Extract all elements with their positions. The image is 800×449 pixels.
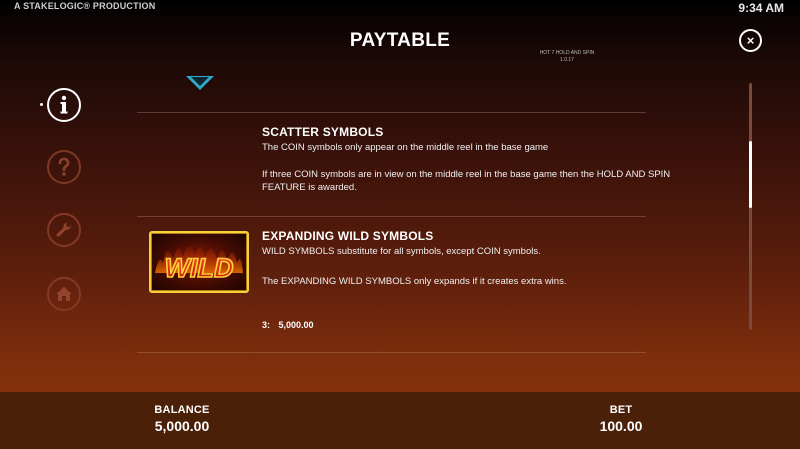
version-number: 1.0.17 (560, 57, 574, 63)
page-title: PAYTABLE (349, 30, 451, 51)
bottom-bar: BALANCE 5,000.00 BET 100.00 (0, 392, 800, 449)
wild-symbol-text: WILD (165, 253, 234, 283)
help-icon (58, 157, 70, 176)
active-indicator-dot (40, 103, 43, 106)
wild-description-1: WILD SYMBOLS substitute for all symbols,… (262, 246, 541, 257)
wild-payout-row: 3: 5,000.00 (262, 320, 314, 330)
version-info: HOT 7 HOLD AND SPIN 1.0.17 (527, 50, 607, 64)
wild-section-title: EXPANDING WILD SYMBOLS (262, 229, 434, 243)
sidebar-item-help[interactable] (47, 150, 81, 184)
balance-value: 5,000.00 (154, 418, 210, 434)
sidebar-item-home[interactable] (47, 277, 81, 311)
sidebar-item-settings[interactable] (47, 213, 81, 247)
bet-display: BET 100.00 (581, 404, 661, 434)
wild-symbol-image: WILD (149, 231, 249, 293)
scroll-up-arrow-icon[interactable] (186, 76, 214, 90)
sidebar-item-info[interactable] (47, 88, 81, 122)
top-status-strip: A STAKELOGIC® PRODUCTION 9:34 AM (0, 0, 800, 20)
section-divider (137, 112, 646, 113)
bet-value: 100.00 (599, 418, 643, 434)
payout-value: 5,000.00 (278, 320, 314, 330)
section-divider (137, 352, 646, 353)
balance-label: BALANCE (154, 404, 210, 416)
wrench-icon (56, 222, 71, 237)
payout-count: 3: (262, 320, 271, 330)
scatter-section-title: SCATTER SYMBOLS (262, 125, 384, 139)
scatter-description-2: If three COIN symbols are in view on the… (262, 169, 671, 193)
balance-display: BALANCE 5,000.00 (140, 404, 224, 434)
bet-label: BET (609, 404, 633, 416)
section-divider (137, 216, 646, 217)
clock: 9:34 AM (738, 1, 784, 15)
brand-label: A STAKELOGIC® PRODUCTION (14, 1, 156, 11)
close-button[interactable]: × (739, 29, 762, 52)
close-icon: × (746, 33, 755, 48)
wild-description-2: The EXPANDING WILD SYMBOLS only expands … (262, 276, 567, 287)
scrollbar-thumb[interactable] (749, 141, 752, 208)
scatter-description-1: The COIN symbols only appear on the midd… (262, 142, 549, 153)
version-game-name: HOT 7 HOLD AND SPIN (539, 50, 595, 56)
info-icon (60, 95, 68, 114)
home-icon (56, 287, 72, 301)
